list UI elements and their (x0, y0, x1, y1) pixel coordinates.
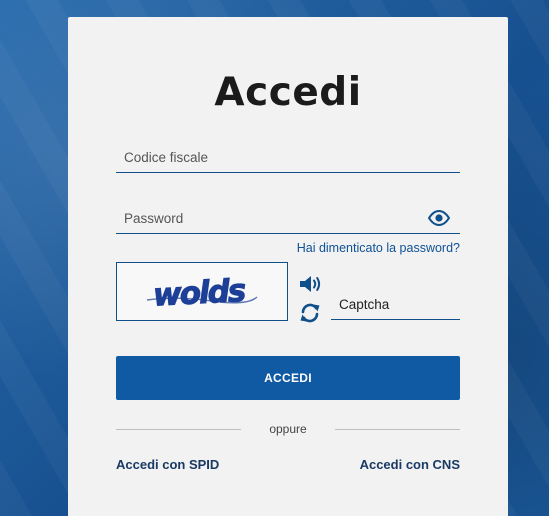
speaker-icon[interactable] (299, 274, 323, 294)
captcha-text: wolds (152, 273, 247, 314)
refresh-icon[interactable] (299, 302, 321, 324)
page-title: Accedi (214, 70, 362, 115)
forgot-password-link[interactable]: Hai dimenticato la password? (297, 241, 460, 255)
login-button[interactable]: ACCEDI (116, 356, 460, 400)
codice-fiscale-input[interactable] (116, 142, 460, 172)
divider-right (335, 429, 460, 430)
captcha-field (331, 289, 460, 320)
password-input[interactable] (116, 203, 460, 233)
password-field (116, 203, 460, 234)
captcha-image: wolds (116, 262, 288, 321)
eye-icon[interactable] (428, 210, 450, 226)
codice-fiscale-field (116, 142, 460, 173)
spid-login-link[interactable]: Accedi con SPID (116, 457, 219, 472)
divider-left (116, 429, 241, 430)
captcha-input[interactable] (331, 289, 460, 319)
cns-login-link[interactable]: Accedi con CNS (360, 457, 460, 472)
divider-label: oppure (269, 422, 307, 436)
login-card: Accedi Hai dimenticato la password? wold… (68, 17, 508, 516)
